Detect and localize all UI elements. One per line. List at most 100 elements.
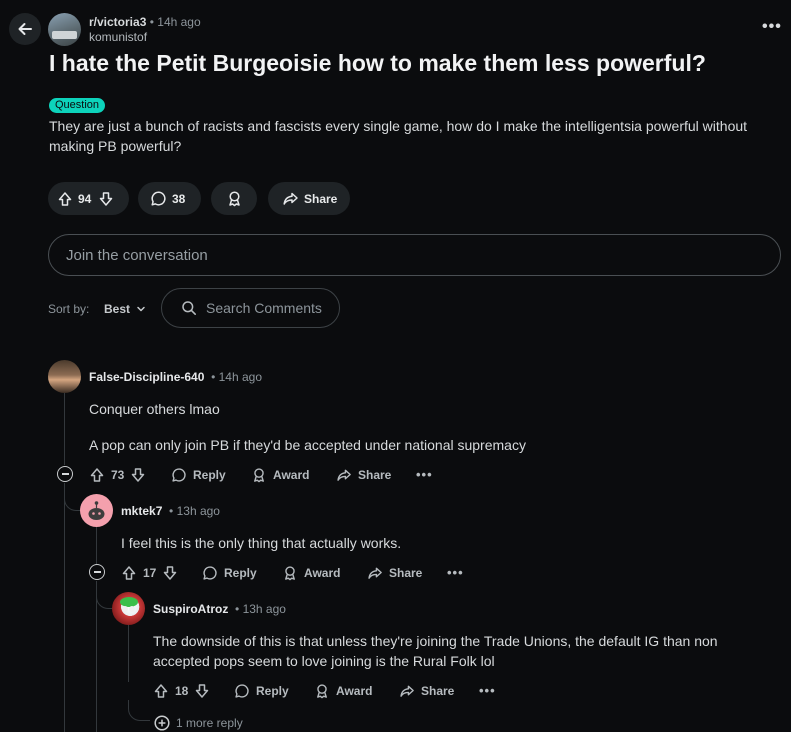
comment-icon [203,566,217,580]
share-label: Share [421,684,455,698]
downvote-icon[interactable] [194,683,210,699]
comment-username[interactable]: mktek7 [121,504,162,518]
award-button[interactable]: Award [282,564,340,582]
comments-button[interactable]: 38 [138,182,201,215]
share-button[interactable]: Share [367,564,422,582]
comment-vote-count: 17 [143,566,157,580]
collapse-thread-button[interactable] [89,564,105,580]
subreddit-avatar[interactable] [48,13,81,46]
comment-time: • 13h ago [231,602,286,616]
reply-button[interactable]: Reply [234,682,289,700]
comment-line: accepted pops seem to love joining is th… [153,653,495,669]
share-icon [337,469,351,481]
post-body: They are just a bunch of racists and fas… [49,118,748,154]
award-label: Award [304,566,341,580]
award-icon [228,191,240,207]
search-comments-input[interactable]: Search Comments [161,288,340,328]
share-icon [400,685,414,697]
comment-line: I feel this is the only thing that actua… [121,535,402,551]
post-flair[interactable]: Question [49,98,106,113]
subreddit-name[interactable]: r/victoria3 [89,15,146,29]
comment-author: mktek7 • 13h ago [121,504,220,518]
comment-vote-count: 18 [175,684,189,698]
avatar[interactable] [80,494,113,527]
thread-connector [64,483,80,511]
chevron-down-icon [137,306,145,312]
share-label: Share [358,468,392,482]
post-title: I hate the Petit Burgeoisie how to make … [49,50,706,76]
comment-time-value: 14h ago [218,370,262,384]
arrow-left-icon [18,23,32,35]
thread-line [96,527,97,564]
comment-vote-bar: 17 [121,564,178,582]
share-icon [283,192,298,205]
comment-vote-bar: 73 [89,466,146,484]
award-label: Award [336,684,373,698]
sort-label: Sort by: [48,302,90,316]
join-conversation-input[interactable]: Join the conversation [48,234,781,276]
comment-author: False-Discipline-640 • 14h ago [89,370,262,384]
upvote-icon[interactable] [153,683,169,699]
thread-line [64,393,65,465]
more-options-icon[interactable]: ••• [762,19,782,35]
award-icon [254,468,264,483]
sort-value: Best [104,302,131,316]
reply-button[interactable]: Reply [171,466,226,484]
avatar[interactable] [112,592,145,625]
search-icon [182,301,196,315]
post-meta: r/victoria3 • 14h ago [89,15,201,29]
comment-vote-bar: 18 [153,682,210,700]
comment-icon [172,468,186,482]
award-button[interactable] [211,182,257,215]
comment-count: 38 [172,191,186,206]
award-icon [317,684,327,699]
upvote-icon[interactable] [121,565,137,581]
reply-label: Reply [193,468,226,482]
comment-vote-count: 73 [111,468,125,482]
more-options-icon[interactable]: ••• [416,467,433,482]
share-label: Share [389,566,423,580]
post-vote-count: 94 [78,191,92,206]
avatar[interactable] [48,360,81,393]
sort-dropdown[interactable]: Best [104,302,146,316]
collapse-thread-button[interactable] [57,466,73,482]
reply-label: Reply [224,566,257,580]
comment-line: Conquer others lmao [89,401,220,417]
comment-time-value: 13h ago [242,602,286,616]
share-button[interactable]: Share [336,466,391,484]
downvote-icon[interactable] [98,191,114,207]
plus-circle-icon [154,715,170,731]
upvote-icon[interactable] [89,467,105,483]
thread-line [64,483,65,732]
share-button[interactable]: Share [268,182,350,215]
more-replies-button[interactable]: 1 more reply [154,714,243,732]
award-button[interactable]: Award [251,466,309,484]
award-label: Award [273,468,310,482]
downvote-icon[interactable] [130,467,146,483]
comment-time: • 14h ago [207,370,262,384]
share-button[interactable]: Share [399,682,454,700]
comment-line: A pop can only join PB if they'd be acce… [89,437,526,453]
comment-time: • 13h ago [165,504,220,518]
comment-icon [151,191,166,206]
post-vote-bar: 94 [48,182,129,215]
award-button[interactable]: Award [314,682,372,700]
comment-username[interactable]: False-Discipline-640 [89,370,204,384]
more-options-icon[interactable]: ••• [447,565,464,580]
snoo-icon [88,501,105,520]
comment-line: The downside of this is that unless they… [153,633,718,649]
downvote-icon[interactable] [162,565,178,581]
comment-author: SuspiroAtroz • 13h ago [153,602,286,616]
reply-label: Reply [256,684,289,698]
reply-button[interactable]: Reply [202,564,257,582]
meta-separator: • [149,15,154,29]
comment-username[interactable]: SuspiroAtroz [153,602,228,616]
back-button[interactable] [9,13,41,45]
post-author[interactable]: komunistof [89,30,147,44]
more-options-icon[interactable]: ••• [479,683,496,698]
share-icon [368,567,382,579]
share-label: Share [304,191,338,206]
thread-connector [96,581,112,609]
upvote-icon[interactable] [57,191,73,207]
thread-line [128,625,129,682]
